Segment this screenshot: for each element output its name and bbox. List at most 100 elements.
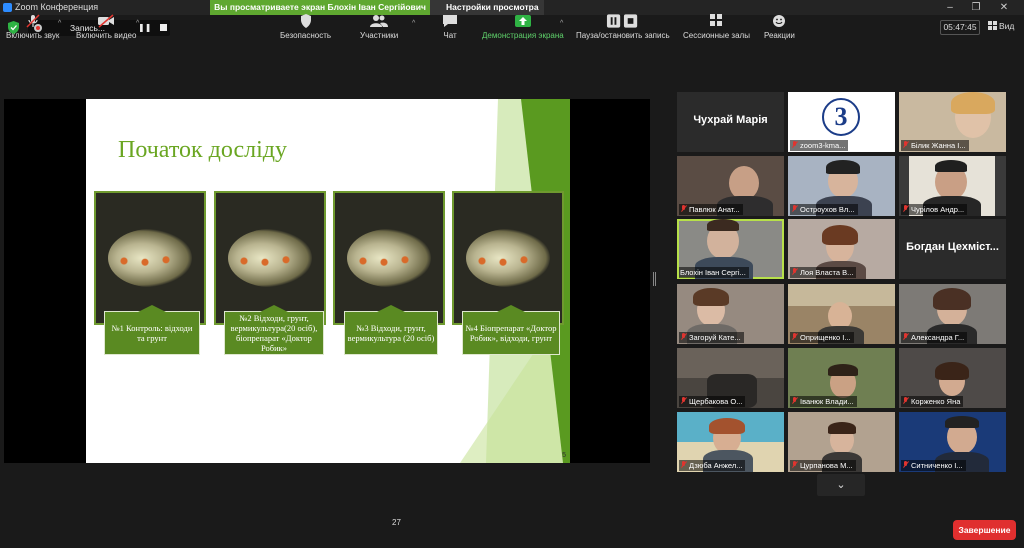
share-options-caret[interactable]: ^ [560,20,563,27]
mic-muted-icon [791,461,798,469]
participant-name: Александра Г... [911,333,965,342]
stop-recording-icon[interactable] [160,24,167,31]
participant-tile-active-speaker[interactable]: Блохін Іван Сергі... [677,219,784,279]
pause-stop-recording-label: Пауза/остановить запись [576,31,670,40]
participant-tile[interactable]: Білик Жанна І... [899,92,1006,152]
minimize-icon[interactable]: – [940,1,960,14]
end-meeting-button[interactable]: Завершение [953,520,1016,540]
share-screen-button[interactable]: Демонстрация экрана [482,14,564,40]
participant-label: Цурпанова М... [790,460,856,471]
mic-muted-icon [680,461,687,469]
participant-tile[interactable]: 3 zoom3-kma... [788,92,895,152]
mic-muted-icon [902,461,909,469]
participant-label: Александра Г... [901,332,968,343]
participant-name: Богдан Цехміст... [906,241,999,253]
panel-resize-handle[interactable] [653,272,656,286]
emoji-reaction-icon [773,15,786,27]
participant-label: Щербакова О... [679,396,746,407]
participant-label: Корженко Яна [901,396,964,407]
participant-name: Оприщенко І... [800,333,851,342]
participant-name: zoom3-kma... [800,141,846,150]
participants-options-caret[interactable]: ^ [412,20,415,27]
audio-options-caret[interactable]: ^ [58,20,61,27]
participant-tile[interactable]: Загоруй Кате... [677,284,784,344]
participant-tile[interactable]: Цурпанова М... [788,412,895,472]
gallery-next-page-button[interactable]: ⌄ [817,474,865,496]
participant-tile[interactable]: Чухрай Марія [677,92,784,152]
caption-2: №2 Відходи, грунт, вермикультура(20 осіб… [224,305,324,355]
breakout-rooms-icon [710,14,723,26]
window-title: Zoom Конференция [15,2,99,12]
video-options-caret[interactable]: ^ [136,20,139,27]
participant-tile[interactable]: Оприщенко І... [788,284,895,344]
participant-label: Загоруй Кате... [679,332,744,343]
participant-name: Корженко Яна [911,397,961,406]
mic-muted-icon [680,333,687,341]
video-off-icon [98,14,115,28]
mic-muted-icon [791,141,798,149]
participant-tile[interactable]: Остроухов Вл... [788,156,895,216]
participant-name: Остроухов Вл... [800,205,855,214]
shared-screen: Початок досліду №1 Контроль: відходи та … [4,99,650,463]
participant-label: Чурілов Андр... [901,204,968,215]
unmute-button[interactable]: Включить звук [6,14,59,40]
mic-muted-icon [791,333,798,341]
participant-name: Щербакова О... [689,397,743,406]
caption-1: №1 Контроль: відходи та грунт [104,305,200,355]
start-video-label: Включить видео [76,31,137,40]
close-icon[interactable]: ✕ [994,1,1014,14]
participant-tile[interactable]: Александра Г... [899,284,1006,344]
mic-muted-icon [902,141,909,149]
view-layout-button[interactable]: Вид [988,21,1014,31]
mic-muted-icon [791,397,798,405]
participant-label: zoom3-kma... [790,140,849,151]
mic-muted-icon [791,205,798,213]
zoom-app-icon [3,3,12,12]
mic-muted-icon [26,14,40,28]
participant-name: Чухрай Марія [693,114,768,126]
participants-icon [370,15,389,27]
participants-label: Участники [360,31,399,40]
participants-button[interactable]: Участники [360,14,398,40]
chat-button[interactable]: Чат [441,14,459,40]
maximize-icon[interactable]: ❐ [966,1,986,14]
participant-label: Павлюк Анат... [679,204,743,215]
mic-muted-icon [902,397,909,405]
participant-name: Лоя Власта В... [800,268,854,277]
participant-label: Блохін Іван Сергі... [679,267,749,278]
participant-name: Чурілов Андр... [911,205,965,214]
participant-name: Цурпанова М... [800,461,853,470]
participant-tile[interactable]: Чурілов Андр... [899,156,1006,216]
view-label: Вид [999,21,1015,31]
participant-tile[interactable]: Богдан Цехміст... [899,219,1006,279]
participant-tile[interactable]: Лоя Власта В... [788,219,895,279]
participant-name: Іванюк Влади... [800,397,854,406]
participant-tile[interactable]: Корженко Яна [899,348,1006,408]
presentation-slide: Початок досліду №1 Контроль: відходи та … [86,99,570,463]
chat-icon [443,15,457,27]
breakout-rooms-label: Сессионные залы [683,31,750,40]
caption-3: №3 Відходи, грунт, вермикультура (20 осі… [344,305,438,355]
participant-tile[interactable]: Щербакова О... [677,348,784,408]
shield-icon [300,14,311,28]
participant-tile[interactable]: Ситниченко І... [899,412,1006,472]
grid-view-icon [988,21,997,30]
pause-stop-recording-button[interactable]: Пауза/остановить запись [576,14,670,40]
security-label: Безопасность [280,31,332,40]
mic-muted-icon [680,205,687,213]
view-options-button[interactable]: Настройки просмотра ⌄ [430,0,544,28]
security-button[interactable]: Безопасность [280,14,331,40]
participant-tile[interactable]: Іванюк Влади... [788,348,895,408]
pause-recording-icon[interactable]: ❚❚ [138,23,152,33]
participant-label: Іванюк Влади... [790,396,857,407]
start-video-button[interactable]: Включить видео [76,14,136,40]
breakout-rooms-button[interactable]: Сессионные залы [683,14,750,40]
reactions-button[interactable]: Реакции [764,14,795,40]
share-screen-icon [514,15,531,27]
chevron-down-icon: ⌄ [836,479,846,491]
screen-share-banner: Вы просматриваете экран Блохін Іван Серг… [210,0,430,15]
participant-label: Дзюба Анжел... [679,460,746,471]
participant-tile[interactable]: Дзюба Анжел... [677,412,784,472]
participant-label: Ситниченко І... [901,460,966,471]
participant-tile[interactable]: Павлюк Анат... [677,156,784,216]
